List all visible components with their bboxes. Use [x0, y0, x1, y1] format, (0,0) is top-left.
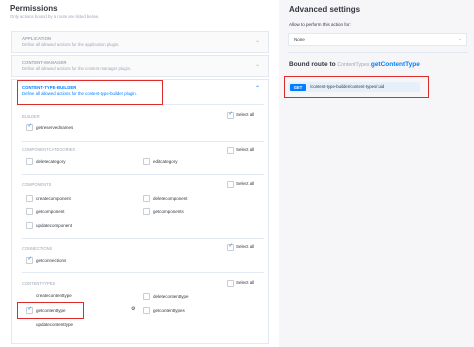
plugin-content-manager-description: Define all allowed actions for the conte…: [22, 66, 132, 71]
select-all-checkbox-componentcategories[interactable]: [227, 147, 234, 154]
bound-route-title: Bound route to ContentTypes.getContentTy…: [289, 61, 420, 68]
select-all-label: Select all: [236, 181, 255, 186]
select-all-label: Select all: [236, 280, 255, 285]
chevron-down-icon: ⌄: [254, 62, 260, 68]
plugin-content-manager[interactable]: CONTENT-MANAGER Define all allowed actio…: [11, 55, 269, 77]
checkbox-getcomponent[interactable]: [26, 208, 33, 215]
select-all-checkbox-builder[interactable]: [227, 111, 234, 119]
checkbox-getreservednames[interactable]: [26, 123, 33, 131]
plugin-application[interactable]: APPLICATION Define all allowed actions f…: [11, 31, 269, 53]
section-label-componentcategories: COMPONENTCATEGORIES: [22, 147, 76, 152]
bound-route-controller: ContentTypes.: [337, 62, 371, 68]
checkbox-editcategory[interactable]: [143, 158, 150, 165]
route-path: /content-type-builder/content-types/:uid: [310, 84, 385, 89]
http-method-badge: GET: [290, 83, 306, 91]
policy-select[interactable]: None ⌄: [288, 33, 467, 46]
action-label: updatecontenttype: [36, 322, 74, 327]
action-label: updatecomponent: [36, 223, 73, 228]
select-all-label: Select all: [236, 147, 255, 152]
bound-route-prefix: Bound route to: [289, 61, 336, 68]
route-box: GET /content-type-builder/content-types/…: [288, 82, 420, 92]
action-label: createcomponent: [36, 196, 71, 201]
checkbox-getcontenttypes[interactable]: [143, 307, 150, 314]
chevron-down-icon: ⌄: [457, 36, 462, 42]
checkbox-deletecategory[interactable]: [26, 158, 33, 165]
plugin-content-manager-title: CONTENT-MANAGER: [22, 60, 67, 65]
divider: [288, 52, 468, 53]
section-label-builder: BUILDER: [22, 114, 40, 119]
action-label: getreservednames: [36, 125, 74, 130]
plugin-application-title: APPLICATION: [22, 36, 52, 41]
section-label-connections: CONNECTIONS: [22, 246, 53, 251]
action-label: getcontenttypes: [153, 308, 185, 313]
divider: [22, 141, 264, 142]
permissions-subtitle: Only actions bound by a route are listed…: [10, 14, 100, 19]
bound-route-method: getContentType: [370, 61, 420, 68]
select-all-checkbox-contenttypes[interactable]: [227, 280, 234, 287]
highlight-box-getcontenttype: [17, 302, 84, 319]
checkbox-getcomponents[interactable]: [143, 208, 150, 215]
checkbox-updatecomponent[interactable]: [26, 222, 33, 229]
gear-icon[interactable]: ⚙: [131, 306, 135, 312]
action-label: getconnections: [36, 258, 67, 263]
action-label: deletecontenttype: [153, 294, 189, 299]
highlight-box-plugin: [17, 80, 163, 105]
section-label-contenttypes: CONTENTTYPES: [22, 281, 56, 286]
permissions-title: Permissions: [10, 4, 58, 13]
chevron-up-icon[interactable]: ⌃: [255, 85, 260, 92]
chevron-down-icon: ⌄: [254, 38, 260, 44]
checkbox-deletecomponent[interactable]: [143, 195, 150, 202]
action-label: deletecomponent: [153, 196, 188, 201]
policy-select-value: None: [294, 36, 305, 42]
advanced-settings-title: Advanced settings: [289, 5, 361, 14]
section-label-components: COMPONENTS: [22, 182, 52, 187]
action-label: createcontenttype: [36, 293, 72, 298]
action-label: getcomponents: [153, 209, 184, 214]
action-label: editcategory: [153, 159, 178, 164]
action-label: deletecategory: [36, 159, 66, 164]
select-all-checkbox-components[interactable]: [227, 181, 234, 188]
select-all-label: Select all: [236, 112, 255, 117]
checkbox-getconnections[interactable]: [26, 256, 33, 264]
allow-label: Allow to perform this action for:: [289, 22, 351, 27]
select-all-label: Select all: [236, 244, 255, 249]
divider: [22, 238, 264, 239]
checkbox-createcomponent[interactable]: [26, 195, 33, 202]
select-all-checkbox-connections[interactable]: [227, 243, 234, 251]
action-label: getcomponent: [36, 209, 65, 214]
divider: [22, 272, 264, 273]
checkbox-deletecontenttype[interactable]: [143, 293, 150, 300]
plugin-application-description: Define all allowed actions for the appli…: [22, 42, 120, 47]
divider: [22, 174, 264, 175]
